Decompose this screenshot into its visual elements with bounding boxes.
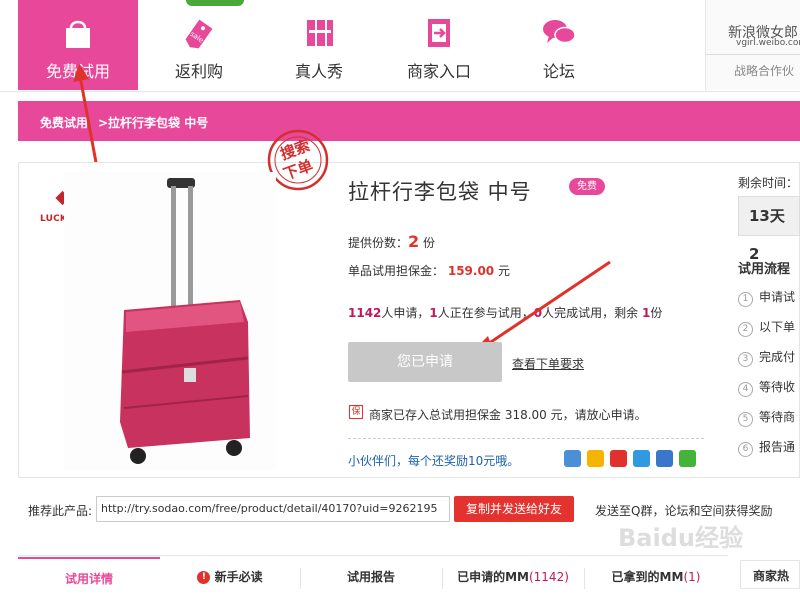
applicant-text: 人申请，: [381, 306, 430, 320]
recommend-label: 推荐此产品:: [28, 504, 93, 518]
deposit-label: 单品试用担保金：: [348, 264, 445, 278]
supply-label: 提供份数：: [348, 236, 409, 250]
tab-trial-reports[interactable]: 试用报告: [300, 557, 442, 589]
flow-step: 5 等待商: [738, 408, 795, 427]
share-wechat-icon[interactable]: [679, 450, 696, 467]
sale-tag-icon: sale: [181, 16, 217, 55]
tab-applied-mm[interactable]: 已申请的MM(1142): [442, 557, 584, 589]
people-icon: [302, 16, 336, 53]
partner-text: 战略合作伙: [734, 64, 795, 78]
chat-icon: [541, 16, 577, 53]
share-weibo-icon[interactable]: [610, 450, 627, 467]
flow-step: 3 完成付: [738, 348, 795, 367]
supply-unit: 份: [422, 236, 435, 250]
nav-forum[interactable]: 论坛: [499, 0, 619, 90]
flow-step: 6 报告通: [738, 438, 795, 457]
nav-real-show[interactable]: 真人秀: [259, 0, 379, 90]
product-title: 拉杆行李包袋 中号: [348, 180, 532, 204]
guarantee-icon: 保: [349, 405, 363, 419]
divider: [348, 438, 704, 439]
product-image[interactable]: [64, 172, 276, 470]
trying-count: 1: [429, 306, 438, 320]
remaining-time-label: 剩余时间：: [738, 176, 799, 190]
flow-step: 2 以下单: [738, 318, 795, 337]
order-requirements-link[interactable]: 查看下单要求: [512, 355, 584, 372]
nav-label: 返利购: [174, 62, 223, 81]
applied-button[interactable]: 您已申请: [348, 342, 502, 382]
tab-trial-details[interactable]: 试用详情: [18, 557, 160, 589]
divider: [706, 54, 800, 55]
recommend-url-input[interactable]: http://try.sodao.com/free/product/detail…: [96, 496, 450, 522]
shopping-bag-icon: [61, 16, 95, 53]
enter-icon: [422, 16, 456, 53]
free-badge: 免费: [569, 178, 605, 195]
countdown-timer: 13天 2: [738, 196, 800, 263]
flow-step: 4 等待收: [738, 378, 795, 397]
nav-label: 真人秀: [294, 62, 343, 81]
nav-label: 论坛: [542, 62, 575, 81]
send-reward-text: 发送至Q群，论坛和空间获得奖励: [595, 504, 773, 518]
share-plus-icon[interactable]: [564, 450, 581, 467]
share-tencent-icon[interactable]: [633, 450, 650, 467]
share-renren-icon[interactable]: [656, 450, 673, 467]
nav-label: 商家入口: [406, 62, 471, 81]
nav-merchant-entry[interactable]: 商家入口: [379, 0, 499, 90]
merchant-hot-tab[interactable]: 商家热: [740, 560, 800, 589]
weibo-url: vgirl.weibo.com: [736, 38, 800, 48]
applicant-count: 1142: [348, 306, 382, 320]
alert-icon: !: [197, 571, 211, 584]
baidu-watermark: Baidu经验: [618, 524, 743, 552]
nav-rebate[interactable]: sale 返利购: [139, 0, 259, 90]
breadcrumb-current: >拉杆行李包袋 中号: [98, 116, 209, 130]
tab-received-mm[interactable]: 已拿到的MM(1): [584, 557, 728, 589]
guarantee-notice: 商家已存入总试用担保金 318.00 元，请放心申请。: [369, 408, 647, 422]
flow-title: 试用流程: [738, 262, 791, 277]
supply-line: 提供份数：2 份: [348, 232, 435, 251]
supply-count: 2: [408, 232, 420, 251]
weibo-banner[interactable]: 新浪微女郎 vgirl.weibo.com 战略合作伙: [705, 0, 800, 90]
flow-step: 1 申请试: [738, 288, 795, 307]
tab-newbie-guide[interactable]: ! 新手必读: [160, 557, 300, 589]
partner-reward-text: 小伙伴们，每个还奖励10元哦。: [348, 454, 520, 468]
remaining-unit: 份: [650, 306, 663, 320]
copy-send-button[interactable]: 复制并发送给好友: [454, 496, 574, 522]
breadcrumb: 免费试用 >拉杆行李包袋 中号: [18, 101, 800, 141]
share-qzone-icon[interactable]: [587, 450, 604, 467]
